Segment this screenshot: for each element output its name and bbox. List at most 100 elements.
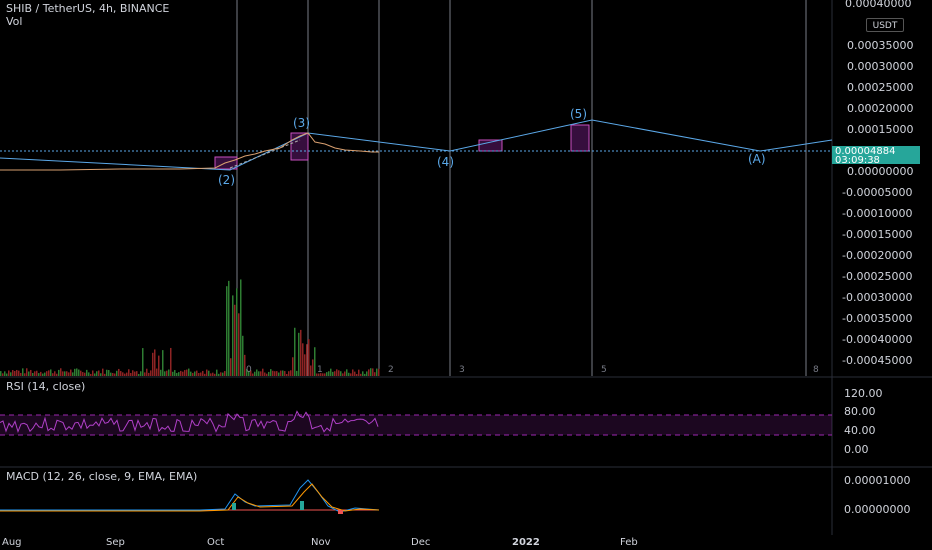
volume-bar xyxy=(192,372,194,376)
volume-bar xyxy=(160,369,162,376)
currency-button[interactable]: USDT xyxy=(866,18,904,32)
wave-label-3[interactable]: (3) xyxy=(293,116,310,130)
rsi-label[interactable]: RSI (14, close) xyxy=(6,380,85,393)
volume-bar xyxy=(12,370,14,376)
volume-bar xyxy=(76,368,78,376)
volume-bar xyxy=(232,295,234,376)
macd-tick: 0.00001000 xyxy=(844,474,911,487)
time-label: 2022 xyxy=(512,537,540,548)
volume-histogram xyxy=(0,279,380,376)
price-tick: -0.00040000 xyxy=(842,333,913,346)
volume-bar xyxy=(200,372,202,376)
volume-bar xyxy=(6,373,8,376)
volume-bar xyxy=(196,370,198,376)
volume-label: Vol xyxy=(6,15,23,28)
volume-bar xyxy=(336,369,338,376)
volume-bar xyxy=(376,368,378,376)
wave-label-a[interactable]: (A) xyxy=(748,152,766,166)
volume-bar xyxy=(176,372,178,376)
volume-bar xyxy=(144,372,146,376)
volume-bar xyxy=(152,352,154,376)
volume-bar xyxy=(116,370,118,376)
volume-bar xyxy=(114,373,116,376)
time-label: Feb xyxy=(620,537,638,548)
volume-bar xyxy=(42,373,44,376)
volume-bar xyxy=(228,280,230,376)
volume-bar xyxy=(120,371,122,376)
volume-bar xyxy=(52,373,54,376)
volume-bar xyxy=(278,372,280,376)
volume-bar xyxy=(16,369,18,376)
volume-bar xyxy=(202,370,204,376)
volume-bar xyxy=(186,369,188,376)
rsi-tick: 40.00 xyxy=(844,424,876,437)
volume-bar xyxy=(32,372,34,376)
highlight-boxes[interactable] xyxy=(214,124,590,170)
volume-bar xyxy=(266,373,268,376)
macd-label[interactable]: MACD (12, 26, close, 9, EMA, EMA) xyxy=(6,470,197,483)
volume-bar xyxy=(226,286,228,376)
price-tick: -0.00035000 xyxy=(842,312,913,325)
rsi-band xyxy=(0,415,832,435)
volume-bar xyxy=(274,371,276,376)
volume-bar xyxy=(82,372,84,376)
volume-bar xyxy=(300,329,302,376)
rsi-tick: 80.00 xyxy=(844,405,876,418)
volume-bar xyxy=(96,371,98,376)
countdown: 03:09:38 xyxy=(835,155,880,166)
volume-bar xyxy=(92,370,94,376)
volume-bar xyxy=(314,347,316,376)
volume-bar xyxy=(108,370,110,376)
volume-bar xyxy=(270,369,272,376)
volume-bar xyxy=(80,370,82,376)
volume-bar xyxy=(122,372,124,376)
volume-bar xyxy=(150,370,152,376)
volume-bar xyxy=(374,372,376,376)
symbol-title[interactable]: SHIB / TetherUS, 4h, BINANCE xyxy=(6,2,169,15)
volume-bar xyxy=(2,373,4,376)
volume-bar xyxy=(142,348,144,376)
volume-bar xyxy=(342,373,344,376)
volume-bar xyxy=(256,369,258,376)
volume-bar xyxy=(106,369,108,376)
volume-bar xyxy=(346,369,348,376)
volume-bar xyxy=(78,369,80,376)
wave-lines[interactable] xyxy=(0,119,833,171)
wave-label-4[interactable]: (4) xyxy=(437,155,454,169)
volume-bar xyxy=(98,370,100,376)
volume-bar xyxy=(162,350,164,376)
fib-time-zones[interactable] xyxy=(236,0,807,376)
volume-bar xyxy=(154,349,156,376)
trading-chart[interactable] xyxy=(0,0,932,550)
volume-bar xyxy=(254,371,256,376)
volume-bar xyxy=(332,371,334,376)
volume-bar xyxy=(198,373,200,376)
volume-bar xyxy=(86,369,88,376)
fib-count: 2 xyxy=(388,365,394,375)
volume-bar xyxy=(360,373,362,376)
volume-bar xyxy=(104,373,106,376)
volume-bar xyxy=(282,370,284,376)
volume-bar xyxy=(112,372,114,376)
volume-bar xyxy=(126,372,128,376)
volume-bar xyxy=(134,371,136,376)
current-price-tag: 0.00004884 03:09:38 xyxy=(832,146,920,166)
volume-bar xyxy=(354,371,356,376)
time-label: Sep xyxy=(106,537,125,548)
volume-bar xyxy=(378,368,380,376)
volume-bar xyxy=(302,343,304,376)
wave-label-5[interactable]: (5) xyxy=(570,107,587,121)
volume-bar xyxy=(90,373,92,376)
volume-bar xyxy=(170,347,172,376)
volume-bar xyxy=(118,368,120,376)
volume-bar xyxy=(166,370,168,376)
wave-label-2[interactable]: (2) xyxy=(218,173,235,187)
volume-bar xyxy=(328,371,330,376)
volume-bar xyxy=(264,372,266,376)
volume-bar xyxy=(236,288,238,376)
volume-bar xyxy=(288,371,290,376)
volume-bar xyxy=(312,359,314,376)
volume-bar xyxy=(190,371,192,376)
time-label: Aug xyxy=(2,537,22,548)
volume-bar xyxy=(36,370,38,376)
